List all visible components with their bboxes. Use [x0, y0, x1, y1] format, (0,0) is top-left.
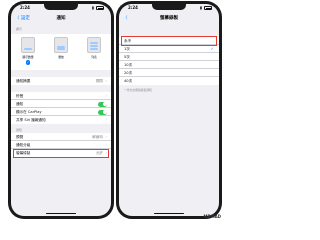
summary-group: 通知摘要 關閉 ›	[11, 77, 111, 85]
right-screen: 2:24 ▮ 〈 螢幕錄製 永不 1次 ✓ 5次 10次 20次 40次 一律允…	[119, 4, 219, 216]
signal-icon: ▮	[91, 5, 94, 10]
row-value: 關閉	[95, 79, 103, 83]
row-value: 解鎖時	[92, 135, 103, 139]
option-label: 1次	[124, 47, 130, 51]
checkmark-icon: ✓	[210, 46, 214, 51]
chevron-right-icon: ›	[105, 142, 107, 147]
option-20x[interactable]: 20次	[119, 69, 219, 77]
preview-option-label: 疊放	[58, 54, 64, 59]
option-label: 20次	[124, 71, 133, 75]
option-label: 10次	[124, 63, 133, 67]
row-sounds[interactable]: 鈴聲 ›	[11, 92, 111, 100]
battery-icon	[204, 6, 212, 10]
preview-style-group: 顯示數量 ✓ 疊放 列表	[11, 34, 111, 70]
preview-list-image	[87, 37, 101, 53]
page-title: 螢幕錄製	[160, 16, 178, 21]
battery-icon	[96, 6, 104, 10]
nav-bar: 〈 螢幕錄製	[119, 13, 219, 23]
row-carplay: 顯示在 CarPlay	[11, 108, 111, 116]
preview-option-stack[interactable]: 疊放	[50, 37, 72, 59]
row-notification-grouping[interactable]: 通知分組 ›	[11, 141, 111, 149]
chevron-right-icon: ›	[105, 78, 107, 83]
page-title: 通知	[56, 16, 66, 21]
option-label: 40次	[124, 79, 133, 83]
preview-option-list[interactable]: 列表	[83, 37, 105, 59]
section-header-notifications: 通知	[16, 128, 23, 132]
left-screen: 2:24 ▮ 〈 設定 通知 顯示 顯示數量 ✓ 疊放 列表 通知摘要 關閉 ›…	[11, 4, 111, 216]
section-header-display: 顯示	[16, 27, 23, 31]
row-label: 顯示在 CarPlay	[16, 110, 42, 114]
row-label: 鈴聲	[16, 94, 24, 98]
row-label: 通知摘要	[16, 79, 31, 83]
row-siri-announce[interactable]: 共享 Siri 播報通知 ›	[11, 116, 111, 124]
right-phone: 2:24 ▮ 〈 螢幕錄製 永不 1次 ✓ 5次 10次 20次 40次 一律允…	[116, 1, 222, 219]
home-indicator	[46, 212, 76, 214]
chevron-right-icon: ›	[105, 93, 107, 98]
option-1x[interactable]: 1次 ✓	[119, 45, 219, 53]
nav-bar: 〈 設定 通知	[11, 13, 111, 23]
chevron-right-icon: ›	[105, 134, 107, 139]
row-notifications: 通知	[11, 100, 111, 108]
signal-icon: ▮	[199, 5, 202, 10]
chevron-right-icon: ›	[105, 117, 107, 122]
row-label: 通知分組	[16, 143, 31, 147]
carplay-toggle[interactable]	[98, 109, 107, 115]
left-phone: 2:24 ▮ 〈 設定 通知 顯示 顯示數量 ✓ 疊放 列表 通知摘要 關閉 ›…	[8, 1, 114, 219]
row-label: 共享 Siri 播報通知	[16, 118, 46, 122]
preview-option-label: 顯示數量	[22, 54, 34, 59]
preview-count-image	[21, 37, 35, 53]
checkmark-icon: ✓	[25, 60, 31, 65]
watermark-logo: MRMAD	[203, 214, 221, 219]
row-previews[interactable]: 預覽 解鎖時 ›	[11, 133, 111, 141]
home-indicator	[154, 212, 184, 214]
notch	[152, 4, 186, 10]
notch	[44, 4, 78, 10]
option-label: 5次	[124, 55, 130, 59]
status-time: 2:24	[128, 5, 138, 10]
preview-stack-image	[54, 37, 68, 53]
option-10x[interactable]: 10次	[119, 61, 219, 69]
toggles-group: 鈴聲 › 通知 顯示在 CarPlay 共享 Siri 播報通知 ›	[11, 92, 111, 124]
row-label: 通知	[16, 102, 24, 106]
notifications-toggle[interactable]	[98, 101, 107, 107]
preview-option-count[interactable]: 顯示數量 ✓	[17, 37, 39, 65]
status-time: 2:24	[20, 5, 30, 10]
highlight-box	[121, 36, 217, 46]
option-5x[interactable]: 5次	[119, 53, 219, 61]
highlight-box	[13, 149, 109, 158]
row-notification-summary[interactable]: 通知摘要 關閉 ›	[11, 77, 111, 85]
row-label: 預覽	[16, 135, 24, 139]
footer-note: 一律允許螢幕錄製通知	[124, 88, 152, 92]
preview-option-label: 列表	[91, 54, 97, 59]
option-40x[interactable]: 40次	[119, 77, 219, 85]
